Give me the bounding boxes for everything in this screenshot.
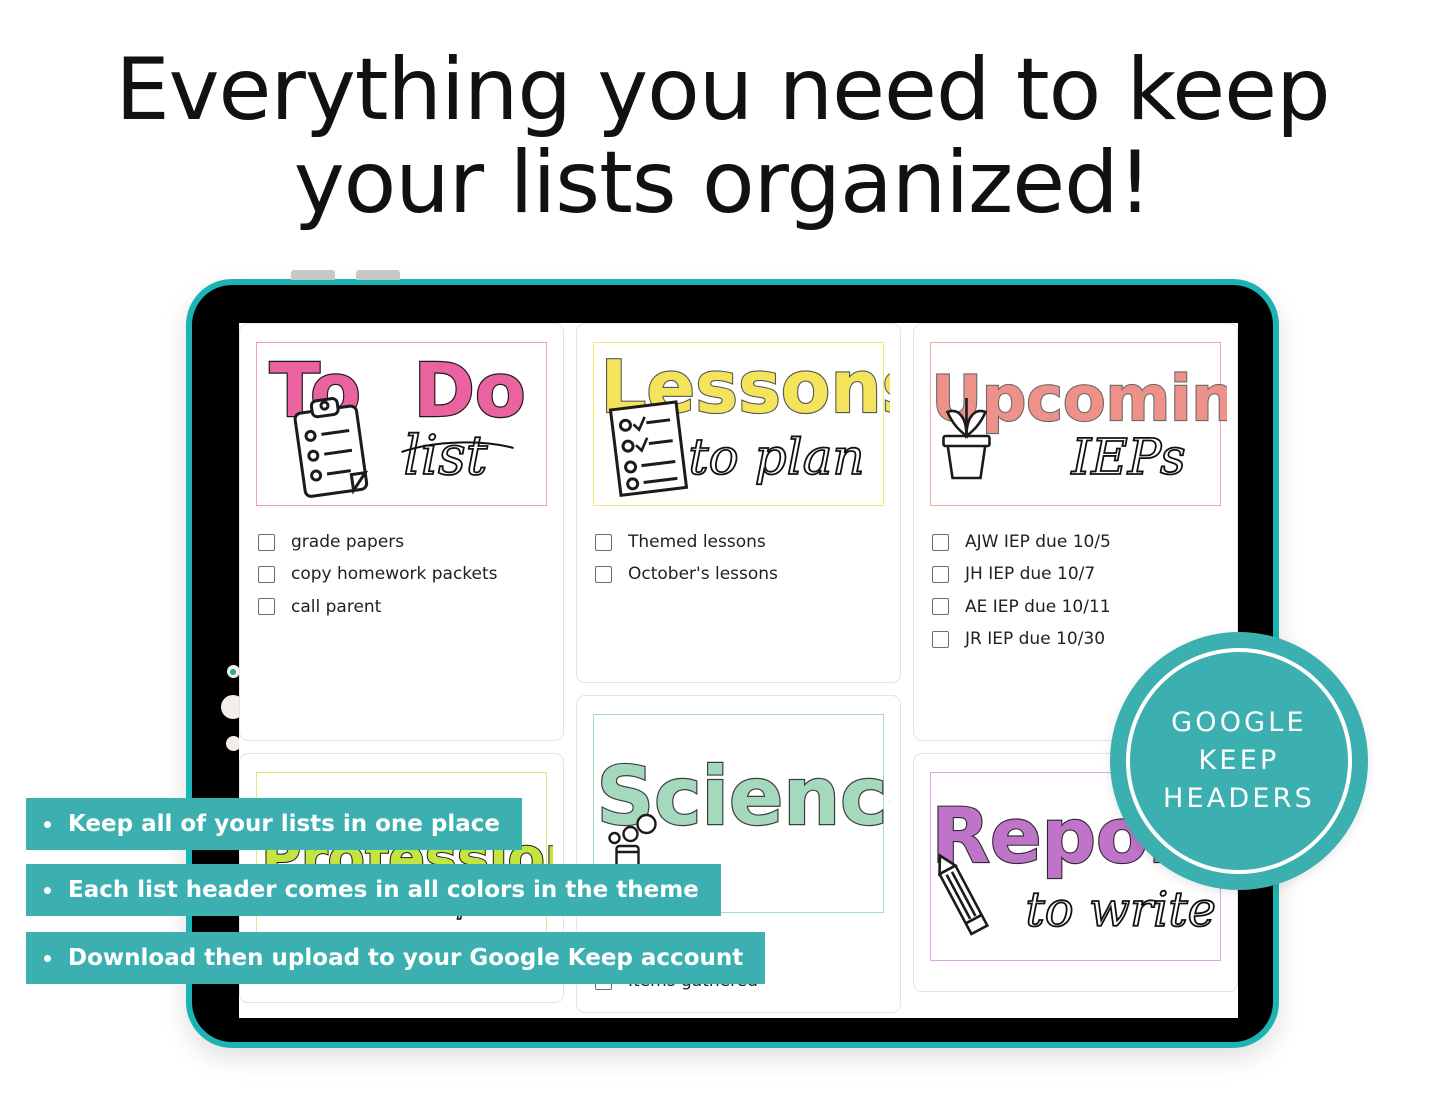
list-item-label: AJW IEP due 10/5: [965, 532, 1111, 552]
list-item-label: October's lessons: [628, 564, 778, 585]
svg-text:to plan: to plan: [689, 428, 865, 486]
list-item[interactable]: AJW IEP due 10/5: [932, 526, 1223, 558]
list-item[interactable]: Themed lessons: [595, 526, 886, 558]
google-keep-headers-badge: GOOGLE KEEP HEADERS: [1110, 632, 1368, 890]
list-item-label: JR IEP due 10/30: [965, 629, 1106, 650]
list-item-label: AE IEP due 10/11: [965, 596, 1111, 617]
badge-text: GOOGLE KEEP HEADERS: [1163, 704, 1315, 819]
checkbox-icon[interactable]: [932, 533, 949, 551]
list-item-label: grade papers: [291, 532, 405, 552]
checkbox-icon[interactable]: [932, 566, 949, 584]
checkbox-icon[interactable]: [932, 598, 949, 616]
list-item[interactable]: AE IEP due 10/11: [932, 591, 1223, 623]
feature-callout-2: Each list header comes in all colors in …: [26, 864, 721, 916]
bullet-icon: [44, 820, 51, 828]
list-item-label: JH IEP due 10/7: [965, 564, 1096, 585]
feature-callout-2-label: Each list header comes in all colors in …: [68, 877, 699, 903]
bullet-icon: [44, 954, 51, 962]
camera-dot-icon: [226, 665, 240, 678]
badge-line-2: KEEP: [1198, 744, 1280, 776]
list-item-label: copy homework packets: [291, 564, 498, 585]
list-item[interactable]: JH IEP due 10/7: [932, 558, 1223, 590]
list-item[interactable]: call parent: [258, 591, 549, 623]
list-item-label: Themed lessons: [628, 532, 766, 552]
checkbox-icon[interactable]: [595, 533, 612, 551]
note-header-lessons: Lessons: [587, 334, 890, 514]
headline-line-1: Everything you need to keep: [115, 40, 1330, 140]
tablet-bezel: To Do list grade papers copy homework pa…: [192, 285, 1273, 1042]
list-item[interactable]: October's lessons: [595, 558, 886, 590]
tablet-power-button[interactable]: [356, 270, 400, 280]
page-title: Everything you need to keep your lists o…: [0, 44, 1445, 230]
checkbox-icon[interactable]: [258, 566, 275, 584]
svg-text:to write: to write: [1026, 882, 1217, 938]
note-items-upcoming-ieps: AJW IEP due 10/5 JH IEP due 10/7 AE IEP …: [924, 522, 1227, 656]
header-art-to-do: To Do list: [250, 334, 553, 514]
bullet-icon: [44, 886, 51, 894]
badge-line-3: HEADERS: [1163, 783, 1315, 815]
feature-callout-1: Keep all of your lists in one place: [26, 798, 523, 850]
svg-text:Do: Do: [414, 348, 526, 434]
checkbox-icon[interactable]: [932, 630, 949, 648]
note-card-lessons-to-plan[interactable]: Lessons: [576, 323, 901, 683]
list-item-label: call parent: [291, 596, 382, 617]
checkbox-icon[interactable]: [595, 566, 612, 584]
checkbox-icon[interactable]: [258, 598, 275, 616]
svg-text:list: list: [404, 424, 488, 487]
note-card-to-do-list[interactable]: To Do list grade papers copy homework pa…: [239, 323, 564, 741]
checkbox-icon[interactable]: [258, 533, 275, 551]
badge-line-1: GOOGLE: [1171, 706, 1307, 738]
note-header-upcoming-ieps: Upcoming: [924, 334, 1227, 514]
svg-text:IEPs: IEPs: [1071, 428, 1186, 486]
note-header-professional: Professional development: [250, 764, 553, 944]
feature-callout-3: Download then upload to your Google Keep…: [26, 932, 766, 984]
note-items-to-do-list: grade papers copy homework packets call …: [250, 522, 553, 623]
note-header-to-do-list: To Do list: [250, 334, 553, 514]
list-item[interactable]: copy homework packets: [258, 558, 549, 590]
headline-line-2: your lists organized!: [293, 132, 1152, 233]
promo-graphic: Everything you need to keep your lists o…: [0, 0, 1445, 1116]
header-art-professional: Professional development: [250, 764, 554, 944]
feature-callout-1-label: Keep all of your lists in one place: [68, 811, 501, 837]
list-item[interactable]: grade papers: [258, 526, 549, 558]
header-art-upcoming: Upcoming: [924, 334, 1227, 514]
note-items-lessons: Themed lessons October's lessons: [587, 522, 890, 591]
tablet-volume-button[interactable]: [291, 270, 335, 280]
feature-callout-3-label: Download then upload to your Google Keep…: [68, 945, 744, 971]
header-art-lessons: Lessons: [587, 334, 890, 514]
